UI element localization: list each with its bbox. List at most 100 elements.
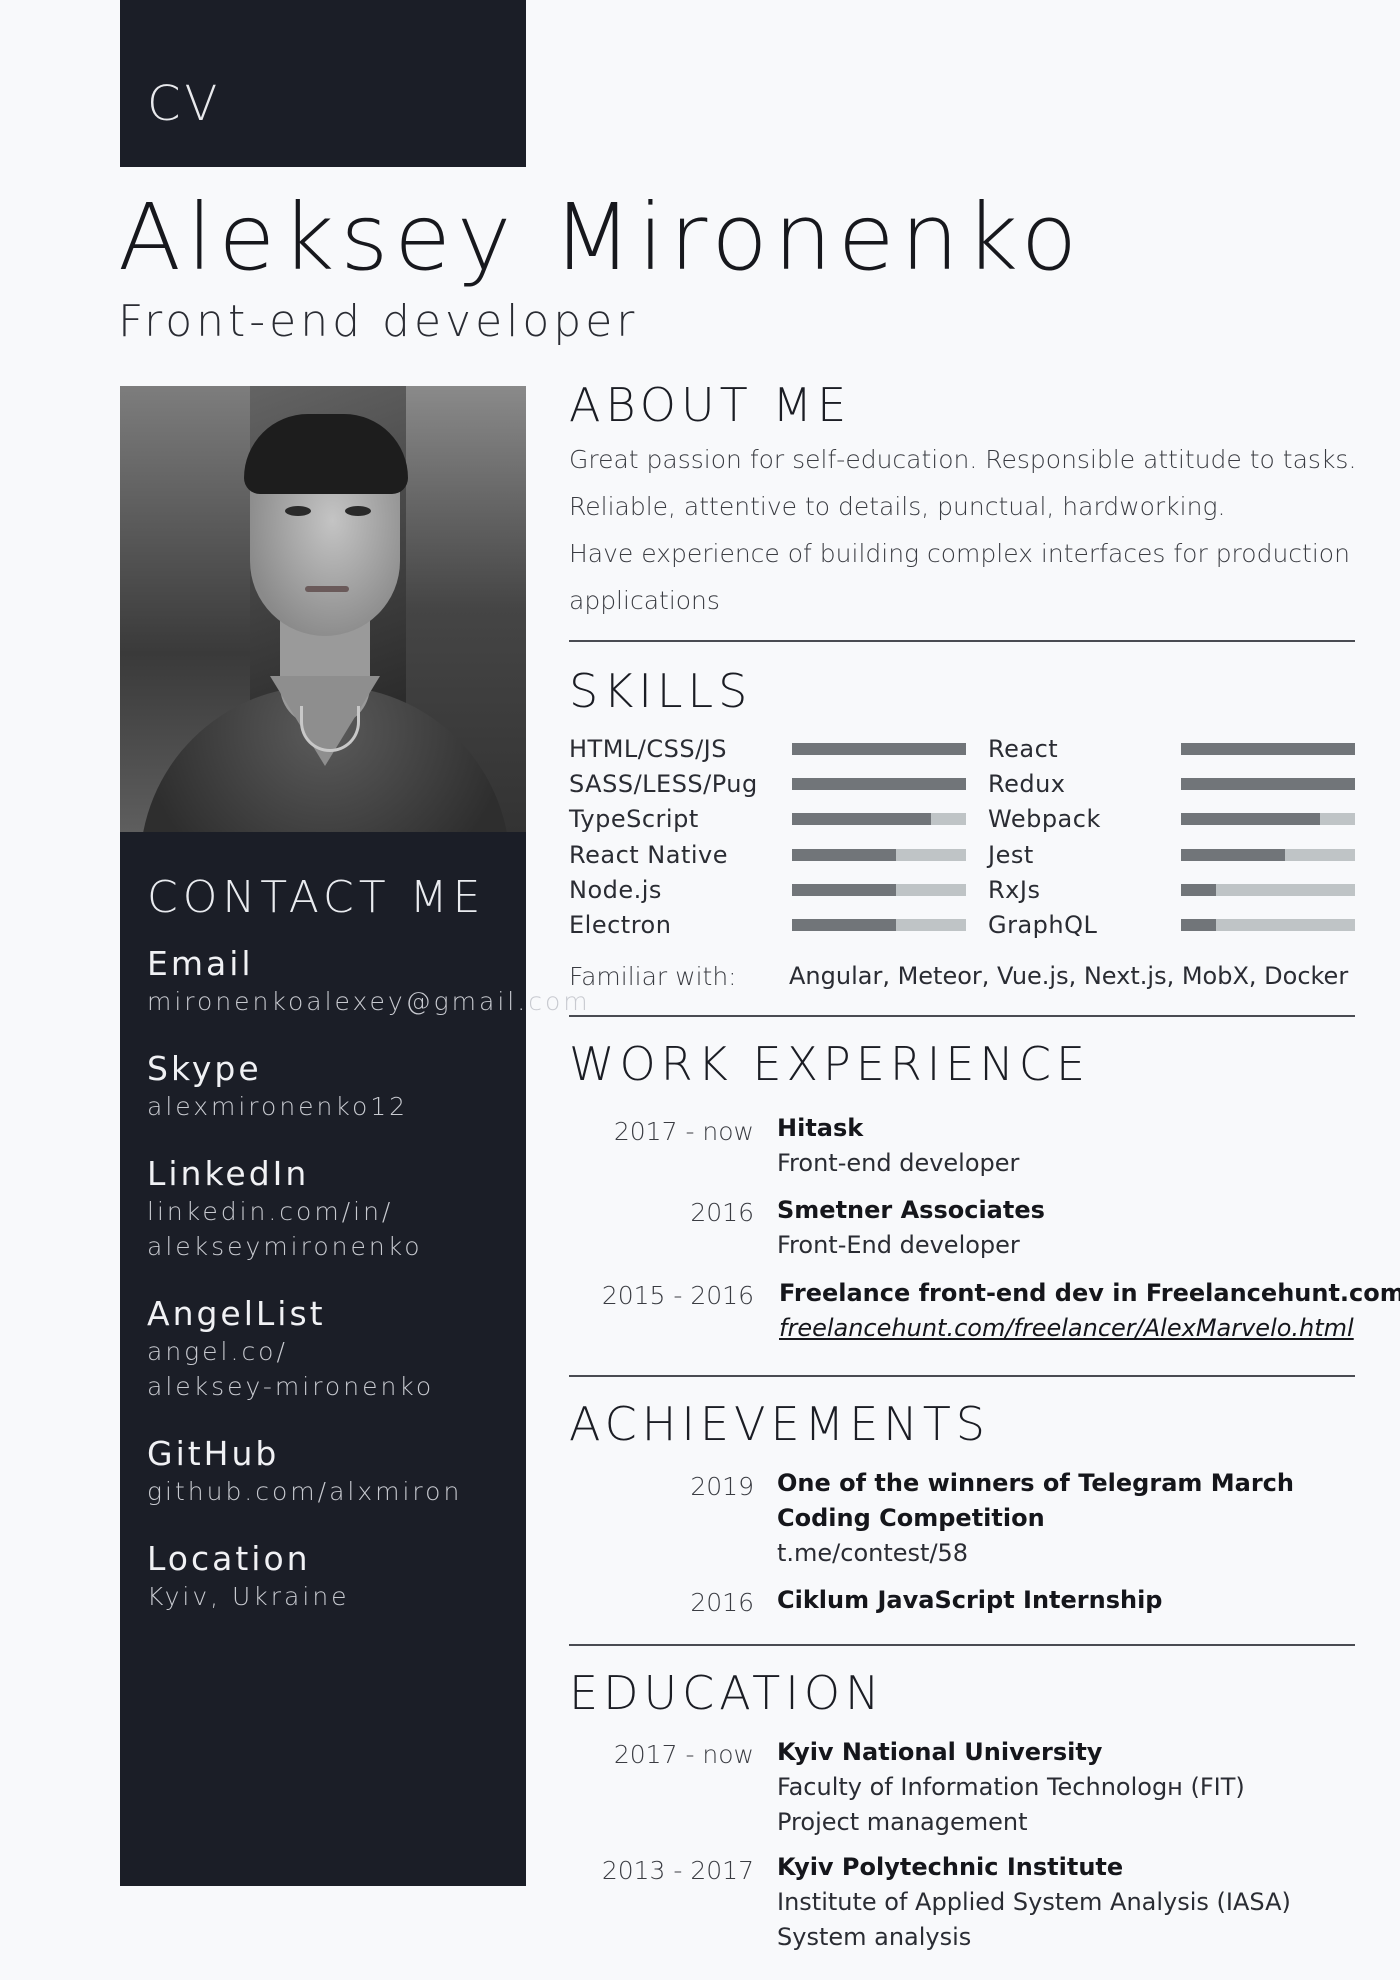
freelancehunt-link[interactable]: freelancehunt.com/freelancer/AlexMarvelo… bbox=[779, 1314, 1354, 1342]
email-link[interactable]: mironenkoalexey@gmail.com bbox=[147, 984, 591, 1019]
achievement-title: Ciklum JavaScript Internship bbox=[777, 1586, 1163, 1614]
skill-level-fill bbox=[792, 919, 897, 931]
education-major: Project management bbox=[777, 1808, 1028, 1836]
skill-level-bar bbox=[1181, 778, 1355, 791]
skill-name: SASS/LESS/Pug bbox=[569, 770, 758, 799]
familiar-value: Angular, Meteor, Vue.js, Next.js, MobX, … bbox=[789, 962, 1349, 990]
skill-level-bar bbox=[792, 848, 966, 861]
contact-label: AngelList bbox=[147, 1294, 326, 1333]
about-line: Reliable, attentive to details, punctual… bbox=[569, 492, 1226, 521]
about-line: applications bbox=[569, 586, 720, 615]
contact-location: Location Kyiv, Ukraine bbox=[147, 1539, 350, 1614]
skill-level-bar bbox=[1181, 848, 1355, 861]
contact-github: GitHub github.com/alxmiron bbox=[147, 1434, 462, 1509]
about-title: ABOUT ME bbox=[569, 378, 852, 432]
contact-angellist: AngelList angel.co/ aleksey-mironenko bbox=[147, 1294, 434, 1404]
contact-label: Location bbox=[147, 1539, 311, 1578]
skill-name: GraphQL bbox=[988, 911, 1098, 939]
skill-level-fill bbox=[792, 883, 897, 896]
skill-level-bar bbox=[1181, 883, 1355, 896]
work-position: Front-End developer bbox=[777, 1231, 1020, 1259]
contact-skype: Skype alexmironenko12 bbox=[147, 1049, 408, 1124]
skill-name: Redux bbox=[988, 770, 1066, 799]
contact-label: GitHub bbox=[147, 1434, 280, 1473]
education-title: EDUCATION bbox=[569, 1666, 885, 1720]
achievement-title: Coding Competition bbox=[777, 1504, 1045, 1532]
candidate-role: Front-end developer bbox=[118, 296, 639, 347]
education-faculty: Institute of Applied System Analysis (IA… bbox=[777, 1888, 1291, 1916]
skype-value[interactable]: alexmironenko12 bbox=[147, 1089, 408, 1124]
education-major: System analysis bbox=[777, 1923, 972, 1951]
skill-name: React bbox=[988, 735, 1059, 763]
contact-email: Email mironenkoalexey@gmail.com bbox=[147, 944, 591, 1019]
divider bbox=[569, 1015, 1355, 1017]
skill-level-bar bbox=[1181, 919, 1355, 931]
skill-level-fill bbox=[1181, 848, 1286, 861]
divider bbox=[569, 1375, 1355, 1377]
skill-level-fill bbox=[1181, 778, 1355, 791]
contact-label: Email bbox=[147, 944, 254, 983]
skill-level-bar bbox=[792, 883, 966, 896]
about-text: Great passion for self-education. Respon… bbox=[569, 436, 1369, 624]
cv-badge: CV bbox=[120, 0, 526, 167]
work-position: Front-end developer bbox=[777, 1149, 1020, 1177]
education-school: Kyiv Polytechnic Institute bbox=[777, 1853, 1124, 1881]
skill-level-bar bbox=[792, 813, 966, 826]
skill-level-fill bbox=[1181, 883, 1216, 896]
work-company: Smetner Associates bbox=[777, 1196, 1045, 1224]
skills-title: SKILLS bbox=[569, 664, 753, 718]
contact-label: LinkedIn bbox=[147, 1154, 310, 1193]
achievement-link[interactable]: t.me/contest/58 bbox=[777, 1539, 968, 1567]
skill-level-bar bbox=[792, 743, 966, 755]
divider bbox=[569, 640, 1355, 642]
sidebar: CONTACT ME Email mironenkoalexey@gmail.c… bbox=[120, 386, 588, 1886]
achievement-title: One of the winners of Telegram March bbox=[777, 1469, 1294, 1497]
skill-name: React Native bbox=[569, 840, 729, 869]
angellist-link-line2[interactable]: aleksey-mironenko bbox=[147, 1369, 434, 1404]
education-school: Kyiv National University bbox=[777, 1738, 1103, 1766]
about-line: Great passion for self-education. Respon… bbox=[569, 445, 1357, 474]
skill-level-fill bbox=[792, 813, 932, 826]
education-faculty: Faculty of Information Technologн (FIT) bbox=[777, 1773, 1245, 1801]
location-value: Kyiv, Ukraine bbox=[147, 1581, 350, 1611]
skill-name: TypeScript bbox=[569, 805, 699, 834]
skill-level-fill bbox=[792, 743, 966, 755]
angellist-link-line1[interactable]: angel.co/ bbox=[147, 1334, 434, 1369]
work-company: Hitask bbox=[777, 1114, 864, 1142]
skill-level-bar bbox=[1181, 813, 1355, 826]
work-title: WORK EXPERIENCE bbox=[569, 1037, 1091, 1091]
work-date: 2016 bbox=[690, 1198, 754, 1227]
work-date: 2017 - now bbox=[613, 1117, 754, 1146]
skill-level-fill bbox=[1181, 743, 1355, 755]
cv-badge-text: CV bbox=[147, 76, 222, 132]
work-company: Freelance front-end dev in Freelancehunt… bbox=[779, 1279, 1400, 1307]
skill-level-fill bbox=[792, 848, 897, 861]
education-date: 2017 - now bbox=[613, 1740, 754, 1769]
skill-name: Electron bbox=[569, 911, 672, 939]
linkedin-link-line1[interactable]: linkedin.com/in/ bbox=[147, 1194, 423, 1229]
skill-name: Webpack bbox=[988, 805, 1101, 834]
skill-name: RxJs bbox=[988, 875, 1041, 904]
about-line: Have experience of building complex inte… bbox=[569, 539, 1350, 568]
familiar-label: Familiar with: bbox=[569, 962, 737, 991]
work-date: 2015 - 2016 bbox=[601, 1281, 754, 1310]
skill-name: HTML/CSS/JS bbox=[569, 735, 727, 763]
linkedin-link-line2[interactable]: alekseymironenko bbox=[147, 1229, 423, 1264]
skill-name: Jest bbox=[988, 840, 1034, 869]
achievements-title: ACHIEVEMENTS bbox=[569, 1397, 990, 1451]
education-date: 2013 - 2017 bbox=[601, 1856, 754, 1885]
candidate-name: Aleksey Mironenko bbox=[118, 184, 1084, 291]
github-link[interactable]: github.com/alxmiron bbox=[147, 1474, 462, 1509]
skill-level-fill bbox=[792, 778, 966, 791]
divider bbox=[569, 1644, 1355, 1646]
skill-level-fill bbox=[1181, 813, 1321, 826]
skill-level-fill bbox=[1181, 919, 1216, 931]
skill-level-bar bbox=[1181, 743, 1355, 755]
skill-level-bar bbox=[792, 919, 966, 931]
achievement-date: 2019 bbox=[690, 1472, 754, 1501]
profile-photo bbox=[120, 386, 526, 832]
achievement-date: 2016 bbox=[690, 1588, 754, 1617]
contact-linkedin: LinkedIn linkedin.com/in/ alekseymironen… bbox=[147, 1154, 423, 1264]
contact-title: CONTACT ME bbox=[147, 872, 486, 923]
skill-name: Node.js bbox=[569, 875, 662, 904]
